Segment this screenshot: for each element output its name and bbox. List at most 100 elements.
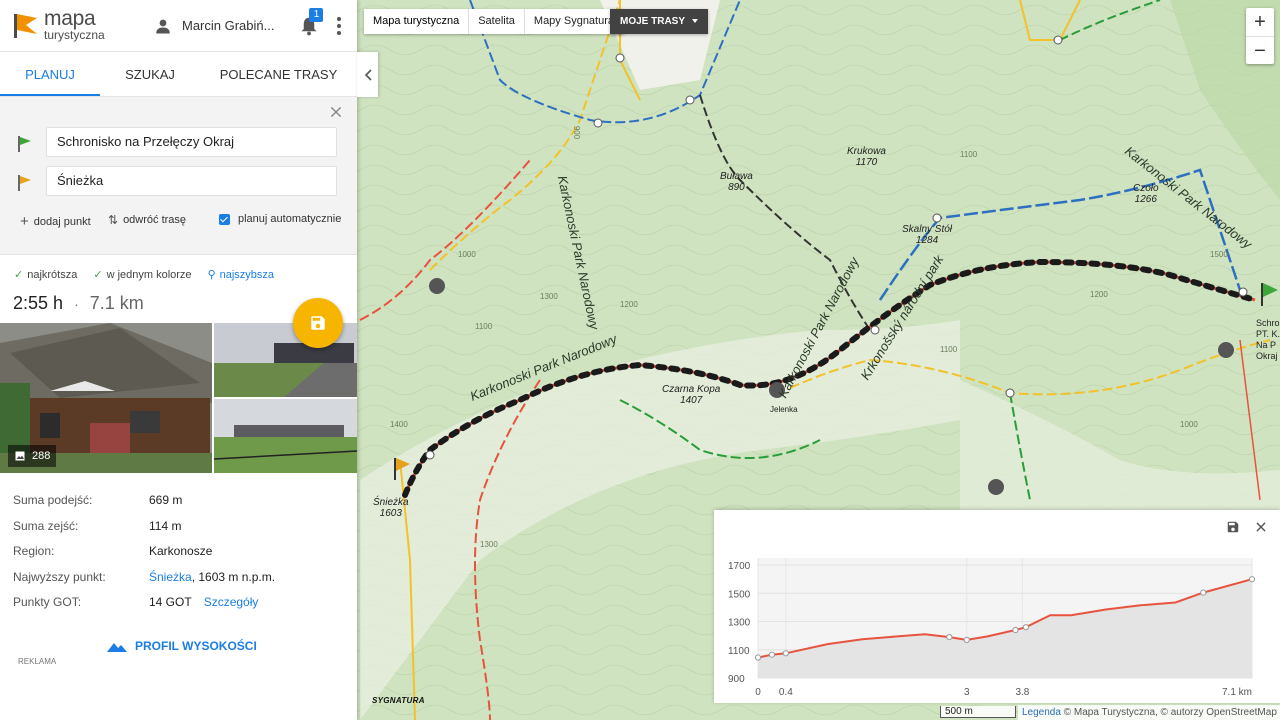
logo-text-secondary: turystyczna (44, 27, 105, 42)
map-attribution: Legenda © Mapa Turystyczna, © autorzy Op… (1018, 705, 1280, 720)
option-one-color[interactable]: ✓ w jednym kolorze (93, 268, 191, 281)
option-fastest-label: najszybsza (219, 269, 275, 281)
tab-recommended-routes[interactable]: POLECANE TRASY (200, 52, 357, 96)
mountain-icon (107, 643, 127, 652)
sidebar: mapa turystyczna Marcin Grabiń... 1 PLAN… (0, 0, 357, 720)
chart-waypoint-marker[interactable] (1012, 626, 1019, 634)
route-options: ✓ najkrótsza ✓ w jednym kolorze ⚲ najszybsz… (14, 268, 274, 281)
chart-x-tick-label: 0 (755, 687, 761, 698)
chart-waypoint-marker[interactable] (782, 650, 789, 657)
plus-icon: + (20, 213, 29, 230)
start-point-input[interactable]: Schronisko na Przełęczy Okraj (46, 127, 337, 157)
waypoint-end-row: Śnieżka (0, 166, 357, 198)
reverse-route-button[interactable]: ⇅ odwróć trasę (108, 213, 186, 227)
chart-y-tick-label: 1100 (728, 646, 750, 657)
check-icon: ✓ (93, 269, 103, 281)
peak-label-bulawa: Buława 890 (720, 171, 753, 193)
user-name: Marcin Grabiń... (182, 18, 275, 33)
person-icon (156, 19, 170, 33)
option-fastest[interactable]: ⚲ najszybsza (208, 268, 274, 281)
route-time: 2:55 h (13, 293, 64, 313)
my-routes-dropdown[interactable]: MOJE TRASY (610, 9, 709, 34)
chart-waypoint-marker[interactable] (768, 651, 776, 658)
summary-separator: · (74, 296, 79, 312)
chart-y-tick-label: 900 (728, 674, 745, 685)
orange-flag-icon (18, 175, 31, 191)
peak-label-czarna-kopa: Czarna Kopa 1407 (662, 384, 721, 406)
zoom-out-button[interactable]: − (1246, 36, 1274, 64)
chart-y-tick-label: 1700 (728, 561, 751, 572)
contour-number: 1300 (540, 292, 558, 301)
save-route-button[interactable] (293, 298, 343, 348)
swap-vertical-icon: ⇅ (108, 213, 119, 227)
option-one-color-label: w jednym kolorze (106, 269, 192, 281)
contour-number: 1300 (480, 540, 498, 549)
zoom-in-button[interactable]: + (1246, 8, 1274, 36)
waypoint-start-row: Schronisko na Przełęczy Okraj (0, 127, 357, 159)
detail-row-descent: Suma zejść: 114 m (13, 519, 343, 545)
app-logo[interactable]: mapa turystyczna (12, 0, 122, 52)
detail-row-highest-point: Najwyższy punkt: Śnieżka, 1603 m n.p.m. (13, 570, 343, 596)
detail-key: Suma podejść: (13, 493, 93, 507)
elevation-profile-button[interactable]: PROFIL WYSOKOŚCI (107, 639, 257, 653)
contour-number: 1100 (960, 150, 978, 159)
photo-main[interactable]: 288 (0, 323, 212, 473)
detail-key: Region: (13, 544, 55, 558)
user-menu[interactable]: Marcin Grabiń... (154, 17, 274, 35)
check-icon: ✓ (14, 269, 24, 281)
option-shortest[interactable]: ✓ najkrótsza (14, 268, 77, 281)
chart-x-tick-label: 0.4 (779, 687, 793, 698)
chart-waypoint-marker[interactable] (1248, 576, 1256, 583)
green-flag-icon (18, 136, 31, 152)
detail-key: Najwyższy punkt: (13, 569, 106, 584)
tab-bar: PLANUJ SZUKAJ POLECANE TRASY (0, 52, 357, 97)
route-distance: 7.1 km (89, 293, 144, 313)
detail-value: 14 GOT (149, 595, 192, 609)
chart-waypoint-marker[interactable] (1200, 589, 1207, 596)
add-point-button[interactable]: + dodaj punkt (20, 213, 91, 230)
tab-search[interactable]: SZUKAJ (100, 52, 200, 96)
chart-x-tick-label: 7.1 km (1222, 687, 1252, 698)
detail-row-region: Region: Karkonosze (13, 544, 343, 570)
sygnatura-logo: SYGNATURA (372, 696, 425, 705)
photo-count: 288 (32, 450, 51, 462)
contour-number: 900 (572, 125, 582, 140)
chart-waypoint-marker[interactable] (963, 636, 970, 643)
attribution-text: © Mapa Turystyczna, © autorzy OpenStreet… (1060, 707, 1277, 718)
close-icon[interactable] (329, 105, 343, 119)
route-planner: Schronisko na Przełęczy Okraj Śnieżka (0, 97, 357, 255)
more-menu-icon[interactable] (336, 16, 342, 35)
ad-label: REKLAMA (18, 657, 57, 666)
notification-badge: 1 (309, 7, 324, 22)
chart-waypoint-marker[interactable] (946, 633, 953, 641)
collapse-sidebar-button[interactable] (357, 52, 378, 97)
highest-point-link[interactable]: Śnieżka (149, 570, 192, 584)
logo-flag-icon (14, 13, 37, 38)
tab-plan[interactable]: PLANUJ (0, 52, 100, 96)
detail-row-got-points: Punkty GOT: 14 GOT Szczegóły (13, 595, 343, 621)
peak-label-krukowa: Krukowa 1170 (847, 146, 886, 168)
legend-link[interactable]: Legenda (1022, 707, 1061, 718)
peak-label-skalny-stol: Skalny Stół 1284 (902, 224, 953, 246)
got-details-link[interactable]: Szczegóły (204, 595, 259, 609)
peak-label-sniezka: Śnieżka 1603 (373, 497, 409, 519)
chart-waypoint-marker[interactable] (754, 654, 762, 661)
search-icon: ⚲ (207, 269, 216, 281)
auto-plan-checkbox[interactable]: planuj automatycznie (219, 213, 341, 225)
detail-row-ascent: Suma podejść: 669 m (13, 493, 343, 519)
photo-thumb-2[interactable] (214, 399, 357, 473)
chart-waypoint-marker[interactable] (1022, 624, 1029, 631)
detail-value: 669 m (149, 493, 183, 507)
photo-gallery[interactable]: 288 (0, 323, 357, 473)
detail-value: 114 m (149, 518, 182, 533)
layer-satellite-button[interactable]: Satelita (469, 9, 525, 34)
auto-plan-label: planuj automatycznie (238, 213, 342, 225)
route-summary: 2:55 h · 7.1 km (13, 293, 144, 314)
elevation-chart: 900 1100 1300 1500 1700 0 0.4 3 3.8 7.1 km (728, 558, 1256, 698)
chevron-left-icon (364, 68, 372, 81)
scale-bar: 500 m (940, 706, 1016, 718)
notifications-button[interactable]: 1 (300, 7, 324, 36)
layer-tourist-map-button[interactable]: Mapa turystyczna (364, 9, 470, 34)
map-layer-switcher: Mapa turystyczna Satelita Mapy Sygnatura (364, 9, 625, 34)
end-point-input[interactable]: Śnieżka (46, 166, 337, 196)
